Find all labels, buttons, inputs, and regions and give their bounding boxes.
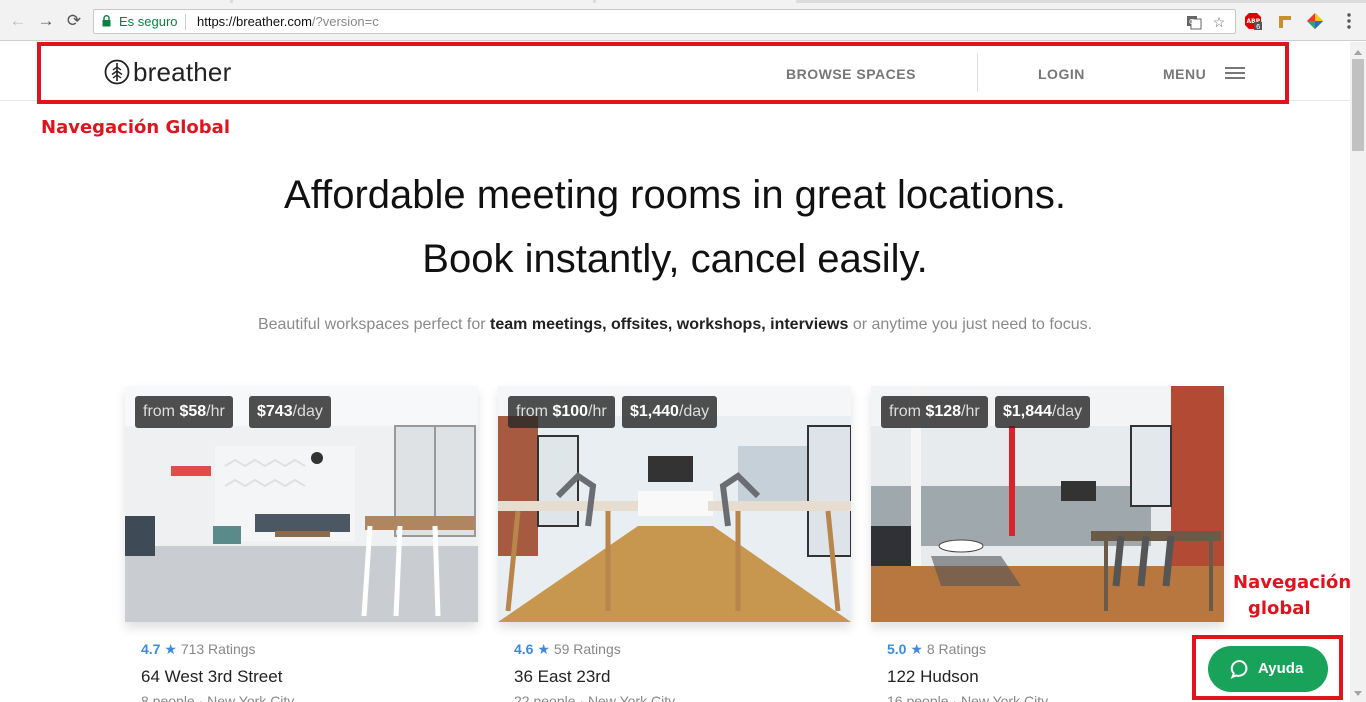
space-address[interactable]: 122 Hudson xyxy=(887,667,979,687)
annotation-label-global-nav: Navegación Global xyxy=(41,117,230,138)
space-meta: 16 people · New York City xyxy=(887,693,1049,702)
space-photo[interactable]: from $128/hr $1,844/day xyxy=(871,386,1224,622)
scroll-up-arrow-icon[interactable] xyxy=(1354,50,1362,55)
tab-strip xyxy=(0,0,1366,3)
help-button-label: Ayuda xyxy=(1258,660,1304,677)
adblock-extension-icon[interactable]: ABP 6 xyxy=(1244,12,1262,30)
translate-icon[interactable]: G xyxy=(1186,14,1202,30)
scroll-down-arrow-icon[interactable] xyxy=(1354,691,1362,696)
svg-text:6: 6 xyxy=(1256,23,1261,30)
color-picker-extension-icon[interactable] xyxy=(1306,12,1324,30)
daily-price-badge: $743/day xyxy=(249,396,331,428)
chat-bubble-icon xyxy=(1230,659,1248,679)
lock-icon xyxy=(102,15,111,27)
hourly-price-badge: from $100/hr xyxy=(508,396,615,428)
url-text[interactable]: https://breather.com/?version=c xyxy=(197,14,379,29)
reload-icon[interactable]: ⟳ xyxy=(64,11,84,31)
page-scrollbar[interactable] xyxy=(1350,42,1366,702)
bookmark-star-icon[interactable]: ☆ xyxy=(1211,14,1227,30)
space-address[interactable]: 36 East 23rd xyxy=(514,667,610,687)
hero-headline-line1: Affordable meeting rooms in great locati… xyxy=(284,173,1066,217)
svg-text:G: G xyxy=(1189,18,1194,26)
star-icon: ★ xyxy=(537,641,550,657)
hourly-price-badge: from $128/hr xyxy=(881,396,988,428)
address-bar[interactable]: Es seguro https://breather.com/?version=… xyxy=(93,9,1236,34)
hero-subheading: Beautiful workspaces perfect for team me… xyxy=(257,316,1093,333)
star-icon: ★ xyxy=(164,641,177,657)
rating: 4.7 ★ 713 Ratings xyxy=(141,641,256,657)
rating: 5.0 ★ 8 Ratings xyxy=(887,641,986,657)
annotation-label-help-line1: Navegación xyxy=(1233,572,1350,593)
help-chat-button[interactable]: Ayuda xyxy=(1208,646,1328,692)
webpage: breather BROWSE SPACES LOGIN MENU Navega… xyxy=(0,42,1350,702)
ruler-extension-icon[interactable] xyxy=(1276,12,1294,30)
forward-arrow-icon[interactable]: → xyxy=(36,11,56,31)
daily-price-badge: $1,844/day xyxy=(995,396,1091,428)
space-photo[interactable]: from $58/hr $743/day xyxy=(125,386,478,622)
annotation-box-global-nav xyxy=(37,42,1289,104)
space-address[interactable]: 64 West 3rd Street xyxy=(141,667,282,687)
hourly-price-badge: from $58/hr xyxy=(135,396,233,428)
rating: 4.6 ★ 59 Ratings xyxy=(514,641,621,657)
hero-headline-line2: Book instantly, cancel easily. xyxy=(422,237,928,281)
space-card[interactable]: from $58/hr $743/day 4.7 ★ 713 Ratings 6… xyxy=(125,386,478,702)
space-card[interactable]: from $100/hr $1,440/day 4.6 ★ 59 Ratings… xyxy=(498,386,851,702)
star-icon: ★ xyxy=(910,641,923,657)
space-card[interactable]: from $128/hr $1,844/day 5.0 ★ 8 Ratings … xyxy=(871,386,1224,702)
scroll-thumb[interactable] xyxy=(1352,59,1364,151)
daily-price-badge: $1,440/day xyxy=(622,396,718,428)
space-meta: 8 people · New York City xyxy=(141,693,295,702)
secure-label: Es seguro xyxy=(119,14,178,29)
space-meta: 22 people · New York City xyxy=(514,693,676,702)
back-arrow-icon[interactable]: ← xyxy=(8,11,28,31)
space-photo[interactable]: from $100/hr $1,440/day xyxy=(498,386,851,622)
annotation-label-help-line2: global xyxy=(1248,598,1311,619)
browser-menu-icon[interactable] xyxy=(1343,11,1355,31)
browser-toolbar: ← → ⟳ Es seguro https://breather.com/?ve… xyxy=(0,0,1366,41)
